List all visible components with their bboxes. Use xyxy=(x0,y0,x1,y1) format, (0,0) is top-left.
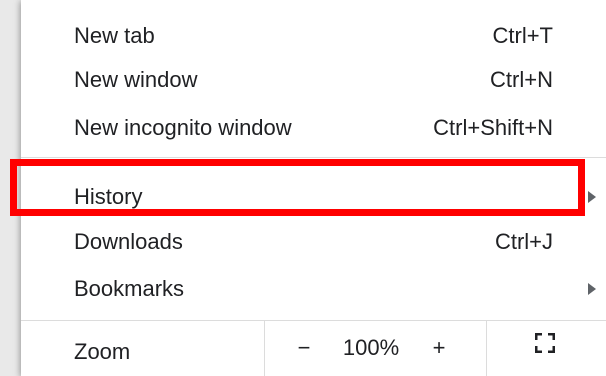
browser-menu: New tab Ctrl+T New window Ctrl+N New inc… xyxy=(21,0,606,376)
menu-item-shortcut: Ctrl+Shift+N xyxy=(433,115,553,140)
menu-item-label: History xyxy=(74,184,143,209)
submenu-arrow-icon xyxy=(588,191,596,203)
zoom-divider xyxy=(264,320,265,376)
menu-item-new-incognito-window[interactable]: New incognito window Ctrl+Shift+N xyxy=(21,106,606,150)
menu-item-label: Bookmarks xyxy=(74,276,185,301)
menu-item-bookmarks[interactable]: Bookmarks xyxy=(21,267,606,311)
zoom-divider xyxy=(486,320,487,376)
zoom-out-button[interactable]: − xyxy=(289,332,319,364)
menu-item-label: New tab xyxy=(74,23,155,48)
zoom-label: Zoom xyxy=(74,339,131,364)
zoom-in-button[interactable]: + xyxy=(424,332,454,364)
submenu-arrow-icon xyxy=(588,283,596,295)
menu-item-new-window[interactable]: New window Ctrl+N xyxy=(21,58,606,102)
menu-item-new-tab[interactable]: New tab Ctrl+T xyxy=(21,14,606,58)
menu-item-label: New window xyxy=(74,67,198,92)
menu-item-label: Downloads xyxy=(74,229,183,254)
menu-item-downloads[interactable]: Downloads Ctrl+J xyxy=(21,220,606,264)
menu-separator xyxy=(21,157,606,158)
zoom-level-value: 100% xyxy=(342,335,400,360)
menu-item-shortcut: Ctrl+N xyxy=(490,67,553,92)
menu-item-shortcut: Ctrl+T xyxy=(492,23,554,48)
zoom-row: Zoom − 100% + xyxy=(21,320,606,376)
menu-item-label: New incognito window xyxy=(74,115,292,140)
fullscreen-icon[interactable] xyxy=(535,333,555,353)
menu-item-history[interactable]: History xyxy=(21,175,606,219)
menu-item-shortcut: Ctrl+J xyxy=(494,229,553,254)
